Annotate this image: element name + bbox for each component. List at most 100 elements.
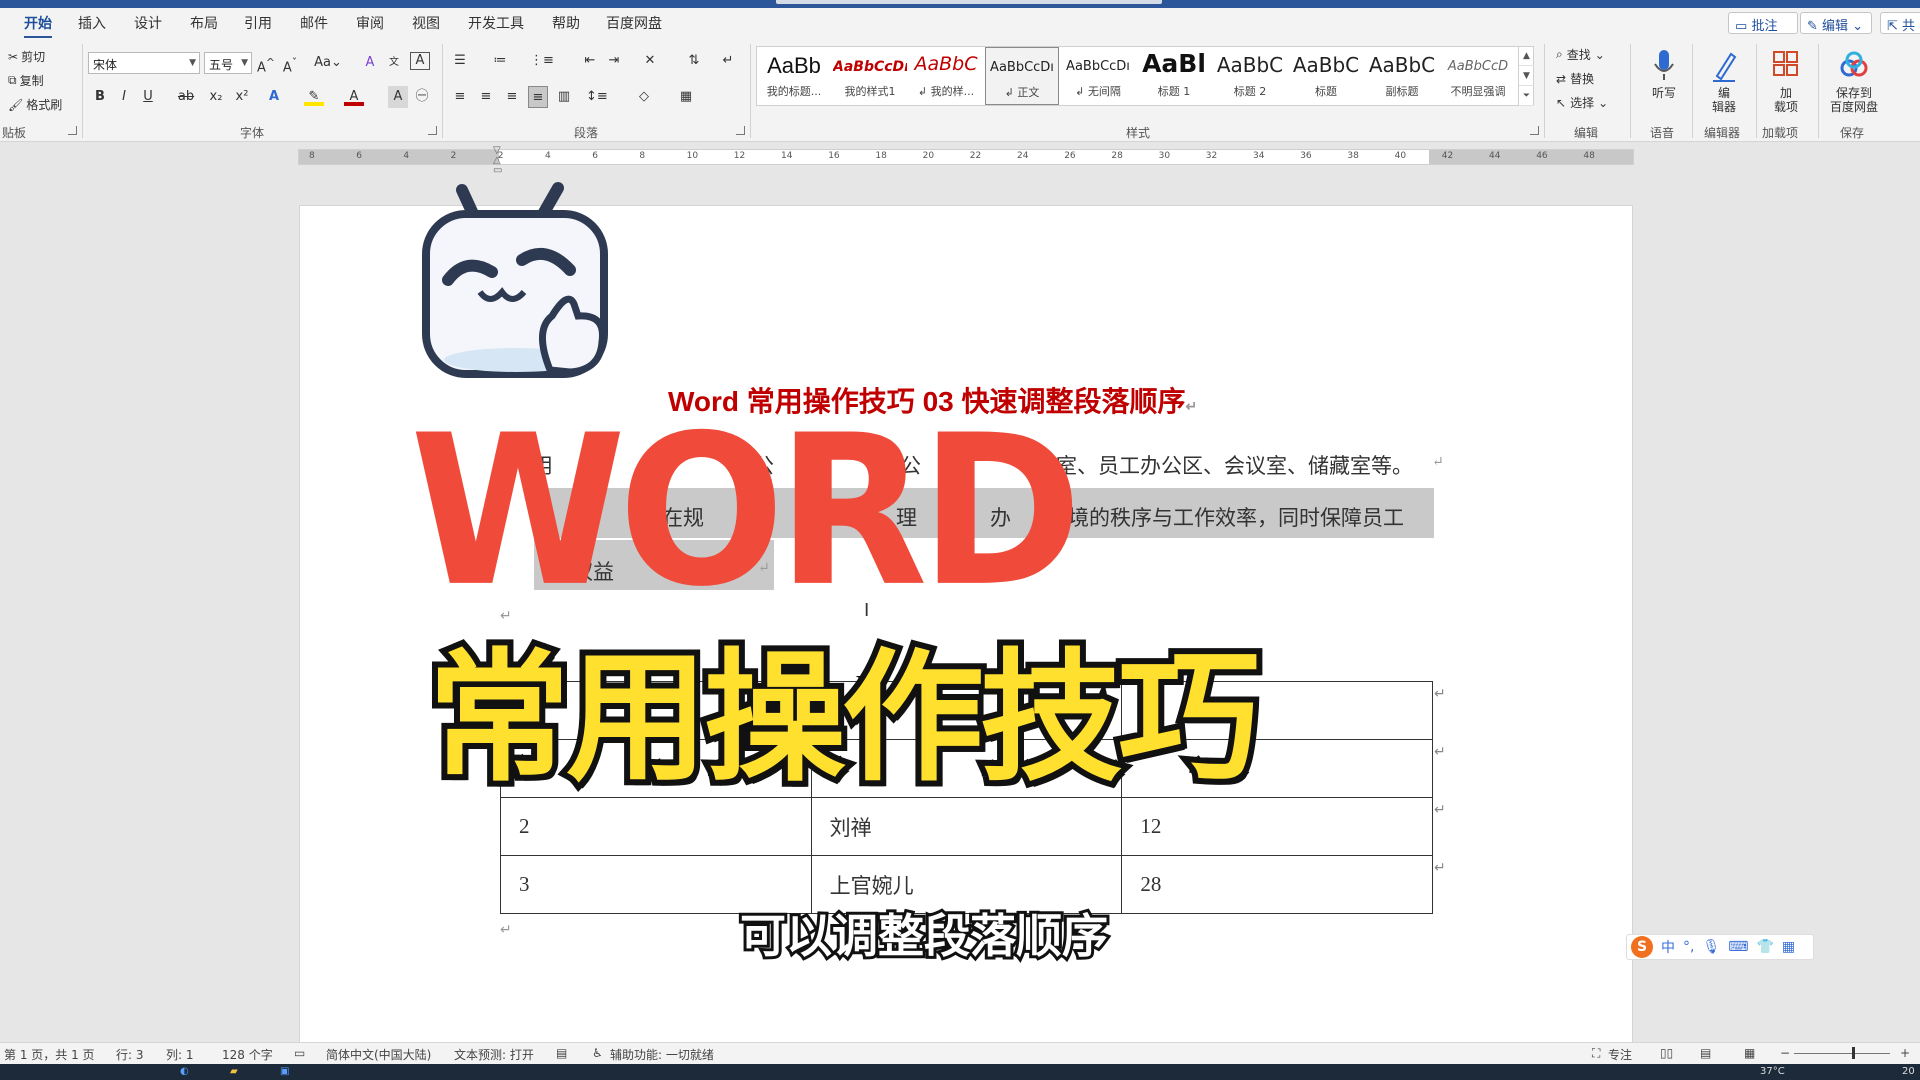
paragraph-launcher[interactable] — [736, 126, 745, 135]
phonetic-icon[interactable]: 文 — [384, 52, 404, 74]
tab-design[interactable]: 设计 — [134, 13, 162, 33]
table-cell[interactable]: 2 — [500, 797, 812, 856]
increase-indent-icon[interactable]: ⇥ — [604, 50, 624, 72]
status-focus[interactable]: 专注 — [1608, 1046, 1632, 1063]
tab-developer[interactable]: 开发工具 — [468, 13, 524, 33]
subscript-icon[interactable]: x₂ — [206, 86, 226, 108]
tab-help[interactable]: 帮助 — [552, 13, 580, 33]
tab-baidu[interactable]: 百度网盘 — [606, 13, 662, 33]
edge-icon[interactable]: ◐ — [180, 1066, 189, 1077]
styles-launcher[interactable] — [1530, 126, 1539, 135]
table-cell[interactable]: 12 — [1121, 797, 1433, 856]
tab-home[interactable]: 开始 — [24, 13, 52, 39]
read-mode-icon[interactable]: ▯▯ — [1660, 1046, 1673, 1060]
punctuation-icon[interactable]: °, — [1683, 939, 1694, 955]
show-marks-icon[interactable]: ↵ — [718, 50, 738, 72]
word-app-icon[interactable]: ▣ — [280, 1066, 289, 1077]
shrink-font-icon[interactable]: Aˇ — [280, 52, 300, 75]
underline-icon[interactable]: U — [138, 86, 158, 108]
superscript-icon[interactable]: x² — [232, 86, 252, 108]
justify-icon[interactable]: ≡ — [528, 86, 548, 108]
zoom-slider-thumb[interactable] — [1852, 1047, 1855, 1059]
style-item[interactable]: AaBbC ↲ 我的样... — [909, 47, 983, 105]
share-button[interactable]: ⇱ 共 — [1880, 12, 1920, 34]
tab-mailings[interactable]: 邮件 — [300, 13, 328, 33]
shading-icon[interactable]: ◇ — [634, 86, 654, 108]
ime-toolbar[interactable]: S 中 °, 🎙 ⌨ 👕 ▦ — [1626, 934, 1814, 960]
keyboard-icon[interactable]: ⌨ — [1728, 939, 1748, 955]
change-case-icon[interactable]: Aa⌄ — [312, 52, 344, 74]
replace-button[interactable]: ⇄ 替换 — [1556, 70, 1594, 87]
copy-button[interactable]: ⧉ 复制 — [8, 72, 44, 89]
clear-format-icon[interactable]: A — [360, 52, 380, 74]
web-layout-icon[interactable]: ▦ — [1744, 1046, 1755, 1060]
borders-icon[interactable]: ▦ — [676, 86, 696, 108]
microphone-icon[interactable]: 🎙 — [1702, 939, 1720, 955]
tab-references[interactable]: 引用 — [244, 13, 272, 33]
focus-icon[interactable]: ⛶ — [1592, 1046, 1600, 1061]
text-effect-icon[interactable]: A — [264, 86, 284, 108]
font-launcher[interactable] — [428, 126, 437, 135]
select-button[interactable]: ↖ 选择 ⌄ — [1556, 94, 1608, 111]
skin-icon[interactable]: 👕 — [1756, 939, 1773, 955]
print-layout-icon[interactable]: ▤ — [1700, 1046, 1711, 1060]
style-item[interactable]: AaBbC 副标题 — [1365, 47, 1439, 105]
more-styles-icon[interactable]: ⏷ — [1519, 86, 1534, 106]
clipboard-launcher[interactable] — [68, 126, 77, 135]
font-color-icon[interactable]: A — [344, 86, 364, 106]
status-page[interactable]: 第 1 页，共 1 页 — [4, 1046, 95, 1063]
save-to-baidu-button[interactable]: 保存到 百度网盘 — [1822, 44, 1886, 120]
zoom-in-icon[interactable]: + — [1900, 1046, 1910, 1060]
align-center-icon[interactable]: ≡ — [476, 86, 496, 108]
folder-icon[interactable]: ▰ — [230, 1066, 238, 1077]
style-item[interactable]: AaBbCcDı ↲ 无间隔 — [1061, 47, 1135, 105]
align-right-icon[interactable]: ≡ — [502, 86, 522, 108]
table-cell[interactable]: 28 — [1121, 855, 1433, 914]
status-text-prediction[interactable]: 文本预测: 打开 — [454, 1046, 534, 1063]
scroll-down-icon[interactable]: ▼ — [1519, 66, 1534, 86]
style-item[interactable]: AaBbCcDı 我的样式1 — [833, 47, 907, 105]
tab-view[interactable]: 视图 — [412, 13, 440, 33]
enclose-char-icon[interactable]: ㊀ — [412, 86, 432, 108]
format-painter-button[interactable]: 🖌 格式刷 — [8, 96, 62, 113]
highlight-icon[interactable]: ✎ — [304, 86, 324, 106]
macro-icon[interactable]: ▤ — [556, 1046, 567, 1060]
scroll-up-icon[interactable]: ▲ — [1519, 46, 1534, 66]
bold-icon[interactable]: B — [90, 86, 110, 108]
tab-layout[interactable]: 布局 — [190, 13, 218, 33]
bullets-icon[interactable]: ☰ — [450, 50, 470, 72]
comment-button[interactable]: ▭ 批注 — [1728, 12, 1798, 34]
style-item[interactable]: AaBb 我的标题... — [757, 47, 831, 105]
tab-review[interactable]: 审阅 — [356, 13, 384, 33]
proofing-icon[interactable]: ▭ — [294, 1046, 305, 1060]
italic-icon[interactable]: I — [114, 86, 134, 108]
status-language[interactable]: 简体中文(中国大陆) — [326, 1046, 431, 1063]
chinese-layout-icon[interactable]: ✕ — [640, 50, 660, 72]
zoom-out-icon[interactable]: − — [1780, 1046, 1790, 1060]
align-left-icon[interactable]: ≡ — [450, 86, 470, 108]
font-size-combo[interactable]: 五号 ▼ — [204, 52, 252, 74]
search-box[interactable] — [776, 0, 1162, 4]
style-item[interactable]: AaBl 标题 1 — [1137, 47, 1211, 105]
multilevel-list-icon[interactable]: ⋮≡ — [530, 50, 554, 72]
zoom-slider[interactable] — [1794, 1053, 1890, 1054]
editor-button[interactable]: 编 辑器 — [1696, 44, 1752, 120]
style-item[interactable]: AaBbC 标题 — [1289, 47, 1363, 105]
edit-mode-button[interactable]: ✎ 编辑 ⌄ — [1800, 12, 1872, 34]
style-item[interactable]: AaBbC 标题 2 — [1213, 47, 1287, 105]
toolbox-icon[interactable]: ▦ — [1782, 939, 1795, 955]
tab-insert[interactable]: 插入 — [78, 13, 106, 33]
dictate-button[interactable]: 听写 — [1636, 44, 1692, 120]
table-cell[interactable]: 刘禅 — [810, 797, 1123, 856]
grow-font-icon[interactable]: A^ — [256, 52, 276, 75]
find-button[interactable]: ⌕ 查找 ⌄ — [1556, 46, 1605, 63]
indent-marker-icon[interactable]: ▽ △ ▭ — [493, 146, 503, 176]
cut-button[interactable]: ✂ 剪切 — [8, 48, 45, 65]
strikethrough-icon[interactable]: ab — [176, 86, 196, 108]
decrease-indent-icon[interactable]: ⇤ — [580, 50, 600, 72]
style-item[interactable]: AaBbCcD 不明显强调 — [1441, 47, 1515, 105]
font-name-combo[interactable]: 宋体 ▼ — [88, 52, 200, 74]
style-item[interactable]: AaBbCcDı ↲ 正文 — [985, 47, 1059, 105]
char-shading-icon[interactable]: A — [388, 86, 408, 108]
status-accessibility[interactable]: 辅助功能: 一切就绪 — [610, 1046, 714, 1063]
